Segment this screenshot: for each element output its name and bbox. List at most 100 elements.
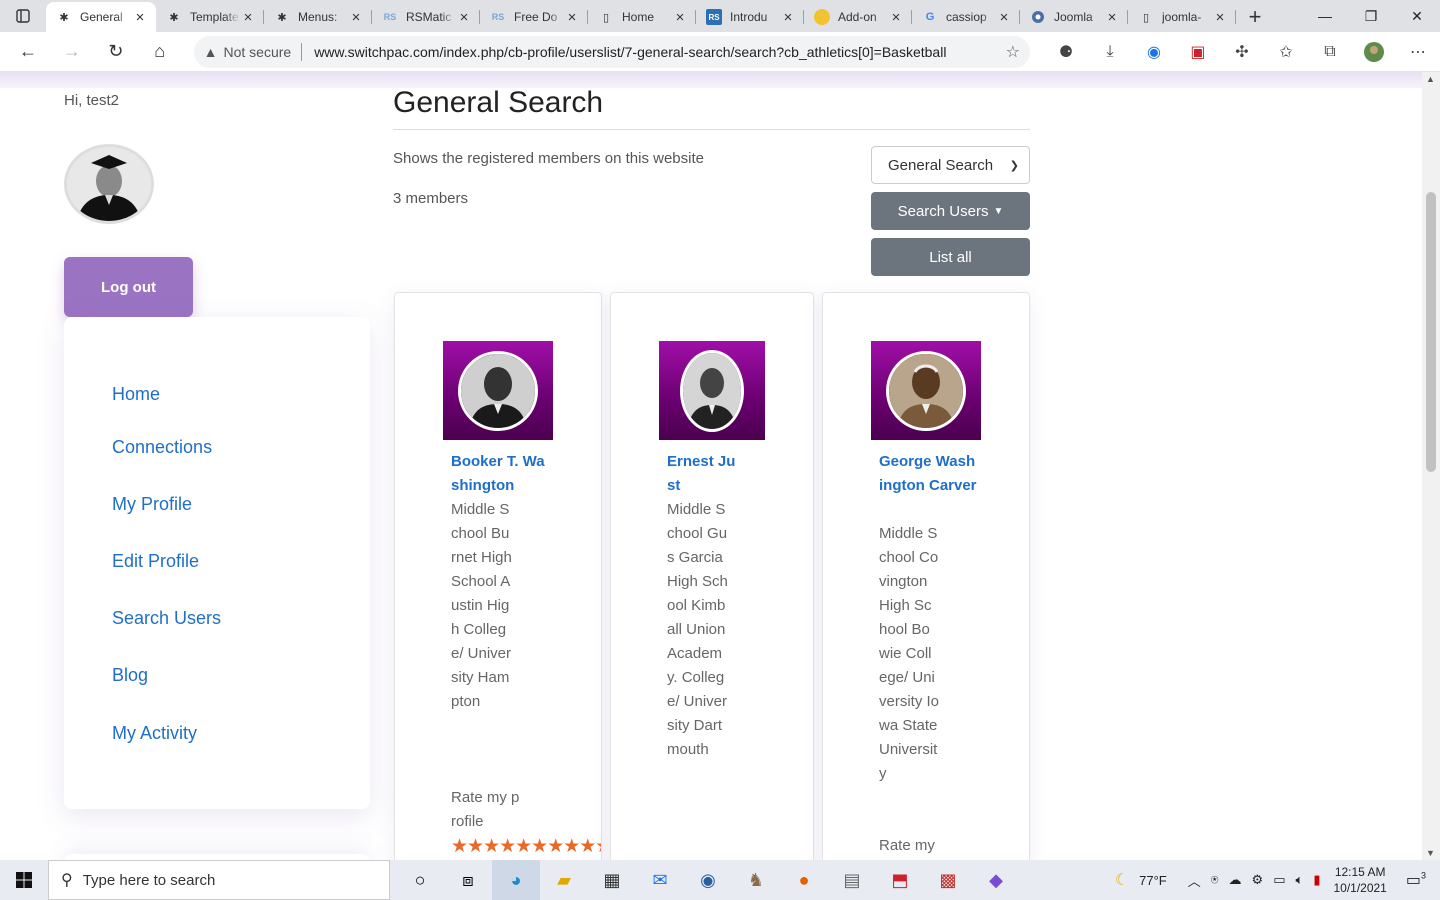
close-icon[interactable]: ×: [996, 9, 1012, 26]
browser-tab[interactable]: Joomla ×: [1020, 2, 1128, 32]
member-photo[interactable]: [871, 341, 981, 440]
windows-start-icon[interactable]: [0, 860, 48, 900]
close-icon[interactable]: ×: [456, 9, 472, 26]
sidebar-item-search-users[interactable]: Search Users: [112, 608, 221, 629]
member-avatar: [886, 350, 966, 431]
paint-app-icon[interactable]: ◆: [972, 860, 1020, 900]
download-icon[interactable]: ⤓: [1088, 34, 1132, 70]
scrollbar-thumb[interactable]: [1426, 192, 1436, 472]
weather-moon-icon[interactable]: ☾: [1115, 870, 1129, 890]
file-explorer-icon[interactable]: ▰: [540, 860, 588, 900]
restore-icon[interactable]: ❐: [1348, 0, 1394, 32]
divider: [393, 129, 1030, 130]
member-photo[interactable]: [659, 341, 765, 440]
browser-tab[interactable]: Add-on ×: [804, 2, 912, 32]
store-icon[interactable]: ▦: [588, 860, 636, 900]
close-icon[interactable]: ×: [240, 9, 256, 26]
security-label[interactable]: Not secure: [223, 44, 291, 60]
member-photo[interactable]: [443, 341, 553, 440]
tab-label: Add-on: [838, 10, 877, 24]
puzzle-icon[interactable]: ✣: [1220, 34, 1264, 70]
extension-icon[interactable]: ⚈: [1044, 34, 1088, 70]
window-close-icon[interactable]: ✕: [1394, 0, 1440, 32]
member-info: Middle School Burnet High School Austin …: [451, 501, 512, 710]
browser-tab[interactable]: ✱ Templates ×: [156, 2, 264, 32]
browser-tab[interactable]: G cassiop ×: [912, 2, 1020, 32]
member-name-link[interactable]: Booker T. Washington: [451, 450, 551, 498]
sidebar-item-connections[interactable]: Connections: [112, 437, 212, 458]
red-app-icon[interactable]: ▩: [924, 860, 972, 900]
browser-tab[interactable]: RS Free Do ×: [480, 2, 588, 32]
sidebar-item-my-activity[interactable]: My Activity: [112, 723, 197, 744]
sidebar-item-home[interactable]: Home: [112, 384, 160, 405]
profile-avatar-icon[interactable]: [1352, 34, 1396, 70]
avatar[interactable]: [64, 144, 154, 224]
onedrive-icon[interactable]: ☁: [1229, 872, 1242, 888]
tab-label: General: [80, 10, 123, 24]
new-tab-icon[interactable]: +: [1240, 2, 1270, 32]
browser-tab[interactable]: ✱ Menus: ×: [264, 2, 372, 32]
list-select[interactable]: General Search ❯: [871, 146, 1030, 184]
tray-app-icon[interactable]: ⍟: [1211, 872, 1219, 888]
sidebar-item-my-profile[interactable]: My Profile: [112, 494, 192, 515]
home-icon[interactable]: ⌂: [138, 34, 182, 70]
minimize-icon[interactable]: —: [1302, 0, 1348, 32]
page-scrollbar[interactable]: ▲ ▼: [1422, 72, 1440, 860]
tray-alert-icon[interactable]: ▮: [1313, 872, 1320, 888]
close-icon[interactable]: ×: [1212, 9, 1228, 26]
browser-tab-active[interactable]: ✱ General ×: [46, 2, 156, 32]
member-name-link[interactable]: Ernest Just: [667, 450, 737, 498]
member-card: George Washington Carver Middle School C…: [822, 292, 1030, 860]
taskbar-search-input[interactable]: ⚲ Type here to search: [48, 860, 390, 900]
edge-browser-icon[interactable]: ◕: [492, 860, 540, 900]
notifications-icon[interactable]: ▭3: [1406, 870, 1426, 890]
acrobat-icon[interactable]: ⬒: [876, 860, 924, 900]
extension-red-icon[interactable]: ▣: [1176, 34, 1220, 70]
gimp-icon[interactable]: ♞: [732, 860, 780, 900]
task-view-icon[interactable]: ⧈: [444, 860, 492, 900]
rating-stars[interactable]: ★★★★★★★★★★: [451, 835, 601, 858]
close-icon[interactable]: ×: [672, 9, 688, 26]
tab-actions-icon[interactable]: [0, 0, 46, 32]
close-icon[interactable]: ×: [348, 9, 364, 26]
browser-tab[interactable]: RS Introdu ×: [696, 2, 804, 32]
chevron-up-icon[interactable]: ︿: [1188, 871, 1201, 890]
browser-tab[interactable]: RS RSMatic ×: [372, 2, 480, 32]
firefox-icon[interactable]: ●: [780, 860, 828, 900]
close-icon[interactable]: ×: [780, 9, 796, 26]
add-favorite-icon[interactable]: ☆: [1006, 42, 1020, 62]
browser-tab[interactable]: ▯ Home ×: [588, 2, 696, 32]
member-name-link[interactable]: George Washington Carver: [879, 450, 979, 498]
collections-icon[interactable]: ⧉: [1308, 34, 1352, 70]
close-icon[interactable]: ×: [888, 9, 904, 26]
url-text[interactable]: www.switchpac.com/index.php/cb-profile/u…: [314, 44, 1005, 60]
close-icon[interactable]: ×: [132, 9, 148, 26]
back-arrow-icon[interactable]: ←: [6, 34, 50, 70]
mail-icon[interactable]: ✉: [636, 860, 684, 900]
cortana-icon[interactable]: ○: [396, 860, 444, 900]
monitor-app-icon[interactable]: ▤: [828, 860, 876, 900]
system-clock[interactable]: 12:15 AM 10/1/2021: [1333, 864, 1386, 896]
weather-temperature[interactable]: 77°F: [1139, 873, 1167, 888]
warning-icon[interactable]: ▲: [204, 44, 218, 60]
refresh-icon[interactable]: ↻: [94, 34, 138, 70]
extension-shield-icon[interactable]: ◉: [1132, 34, 1176, 70]
scroll-up-icon[interactable]: ▲: [1426, 74, 1435, 84]
sidebar-item-blog[interactable]: Blog: [112, 665, 148, 686]
volume-icon[interactable]: 🔈︎: [1296, 872, 1304, 888]
network-icon[interactable]: ▭: [1273, 872, 1285, 888]
app-circle-icon[interactable]: ◉: [684, 860, 732, 900]
list-all-button[interactable]: List all: [871, 238, 1030, 276]
close-icon[interactable]: ×: [564, 9, 580, 26]
address-bar[interactable]: ▲ Not secure www.switchpac.com/index.php…: [193, 35, 1030, 68]
sidebar-item-edit-profile[interactable]: Edit Profile: [112, 551, 199, 572]
scroll-down-icon[interactable]: ▼: [1426, 848, 1435, 858]
tray-tool-icon[interactable]: ⚙: [1252, 872, 1264, 888]
search-users-button[interactable]: Search Users ▼: [871, 192, 1030, 230]
close-icon[interactable]: ×: [1104, 9, 1120, 26]
forward-arrow-icon[interactable]: →: [50, 34, 94, 70]
favorites-icon[interactable]: ✩: [1264, 34, 1308, 70]
logout-button[interactable]: Log out: [64, 257, 193, 317]
browser-tab[interactable]: ▯ joomla- ×: [1128, 2, 1236, 32]
more-options-icon[interactable]: ⋯: [1396, 34, 1440, 70]
